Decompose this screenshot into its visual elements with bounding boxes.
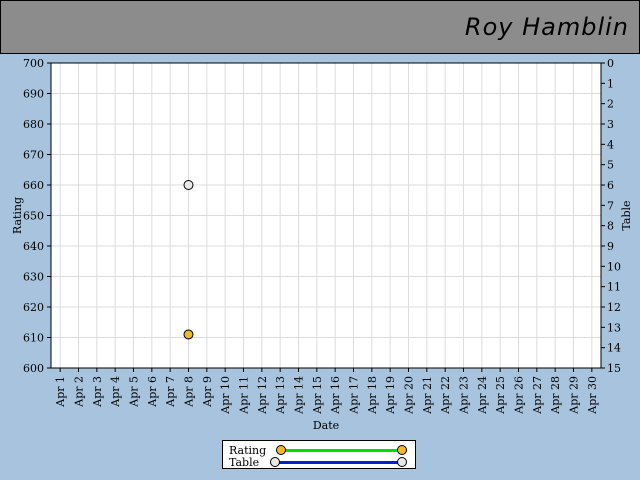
x-tick-label: Apr 4 xyxy=(109,376,122,408)
x-tick-label: Apr 11 xyxy=(238,376,251,415)
y-left-tick-label: 680 xyxy=(23,118,44,131)
y-right-tick-label: 12 xyxy=(607,301,621,314)
y-right-tick-label: 7 xyxy=(607,199,614,212)
y-right-tick-label: 6 xyxy=(607,179,614,192)
x-tick-label: Apr 13 xyxy=(274,376,287,415)
legend-line-rating xyxy=(281,449,403,452)
legend-marker-rating-left xyxy=(276,445,286,455)
y-left-tick-label: 640 xyxy=(23,240,44,253)
x-tick-label: Apr 6 xyxy=(146,376,159,408)
x-tick-label: Apr 21 xyxy=(421,376,434,415)
y-left-tick-label: 620 xyxy=(23,301,44,314)
table-point xyxy=(183,180,194,190)
x-tick-label: Apr 8 xyxy=(183,376,196,408)
y-right-tick-label: 3 xyxy=(607,118,614,131)
y-left-tick-label: 660 xyxy=(23,179,44,192)
x-tick-label: Apr 15 xyxy=(311,376,324,415)
y-right-tick-label: 4 xyxy=(607,138,614,151)
rating-table-chart: 600610620630640650660670680690700 0123456… xyxy=(11,57,633,432)
x-tick-label: Apr 25 xyxy=(494,376,507,415)
y-left-tick-label: 670 xyxy=(23,149,44,162)
y-right-tick-label: 2 xyxy=(607,98,614,111)
x-tick-label: Apr 5 xyxy=(128,376,141,408)
x-tick-label: Apr 27 xyxy=(531,376,544,415)
x-tick-label: Apr 17 xyxy=(348,376,361,415)
x-tick-label: Apr 12 xyxy=(256,376,269,415)
legend: Rating Table xyxy=(222,440,416,469)
x-tick-label: Apr 28 xyxy=(549,376,562,415)
legend-marker-table-left xyxy=(270,457,280,467)
x-tick-label: Apr 3 xyxy=(91,376,104,408)
x-tick-label: Apr 22 xyxy=(439,376,452,415)
x-tick-label: Apr 23 xyxy=(458,376,471,415)
y-right-tick-label: 5 xyxy=(607,159,614,172)
y-right-tick-label: 9 xyxy=(607,240,614,253)
y-left-axis-title: Rating xyxy=(11,197,24,234)
rating-point xyxy=(183,329,194,340)
y-right-tick-label: 13 xyxy=(607,321,621,334)
y-right-tick-label: 10 xyxy=(607,260,621,273)
x-axis-title: Date xyxy=(313,419,339,432)
y-right-tick-label: 11 xyxy=(607,281,621,294)
y-left-tick-label: 600 xyxy=(23,362,44,375)
y-right-tick-label: 14 xyxy=(607,342,621,355)
x-tick-label: Apr 14 xyxy=(293,376,306,415)
y-left-tick-label: 650 xyxy=(23,210,44,223)
y-right-axis-title: Table xyxy=(620,200,633,230)
legend-marker-rating-right xyxy=(397,445,407,455)
x-tick-label: Apr 29 xyxy=(568,376,581,415)
x-tick-label: Apr 20 xyxy=(403,376,416,415)
x-tick-label: Apr 24 xyxy=(476,376,489,415)
y-right-tick-label: 0 xyxy=(607,57,614,70)
x-tick-label: Apr 2 xyxy=(73,376,86,408)
x-tick-label: Apr 9 xyxy=(201,376,214,408)
y-right-tick-label: 1 xyxy=(607,77,614,90)
x-tick-label: Apr 18 xyxy=(366,376,379,415)
y-right-tick-label: 15 xyxy=(607,362,621,375)
y-left-tick-label: 690 xyxy=(23,88,44,101)
x-tick-label: Apr 26 xyxy=(513,376,526,415)
legend-marker-table-right xyxy=(397,457,407,467)
y-left-tick-label: 700 xyxy=(23,57,44,70)
x-tick-label: Apr 1 xyxy=(54,376,67,408)
x-tick-label: Apr 19 xyxy=(384,376,397,415)
y-left-tick-label: 610 xyxy=(23,332,44,345)
x-tick-label: Apr 10 xyxy=(219,376,232,415)
y-right-tick-label: 8 xyxy=(607,220,614,233)
legend-line-table xyxy=(275,461,403,464)
x-tick-label: Apr 30 xyxy=(586,376,599,415)
x-tick-label: Apr 16 xyxy=(329,376,342,415)
legend-label-table: Table xyxy=(229,456,260,469)
x-tick-label: Apr 7 xyxy=(164,376,177,408)
y-left-tick-label: 630 xyxy=(23,271,44,284)
